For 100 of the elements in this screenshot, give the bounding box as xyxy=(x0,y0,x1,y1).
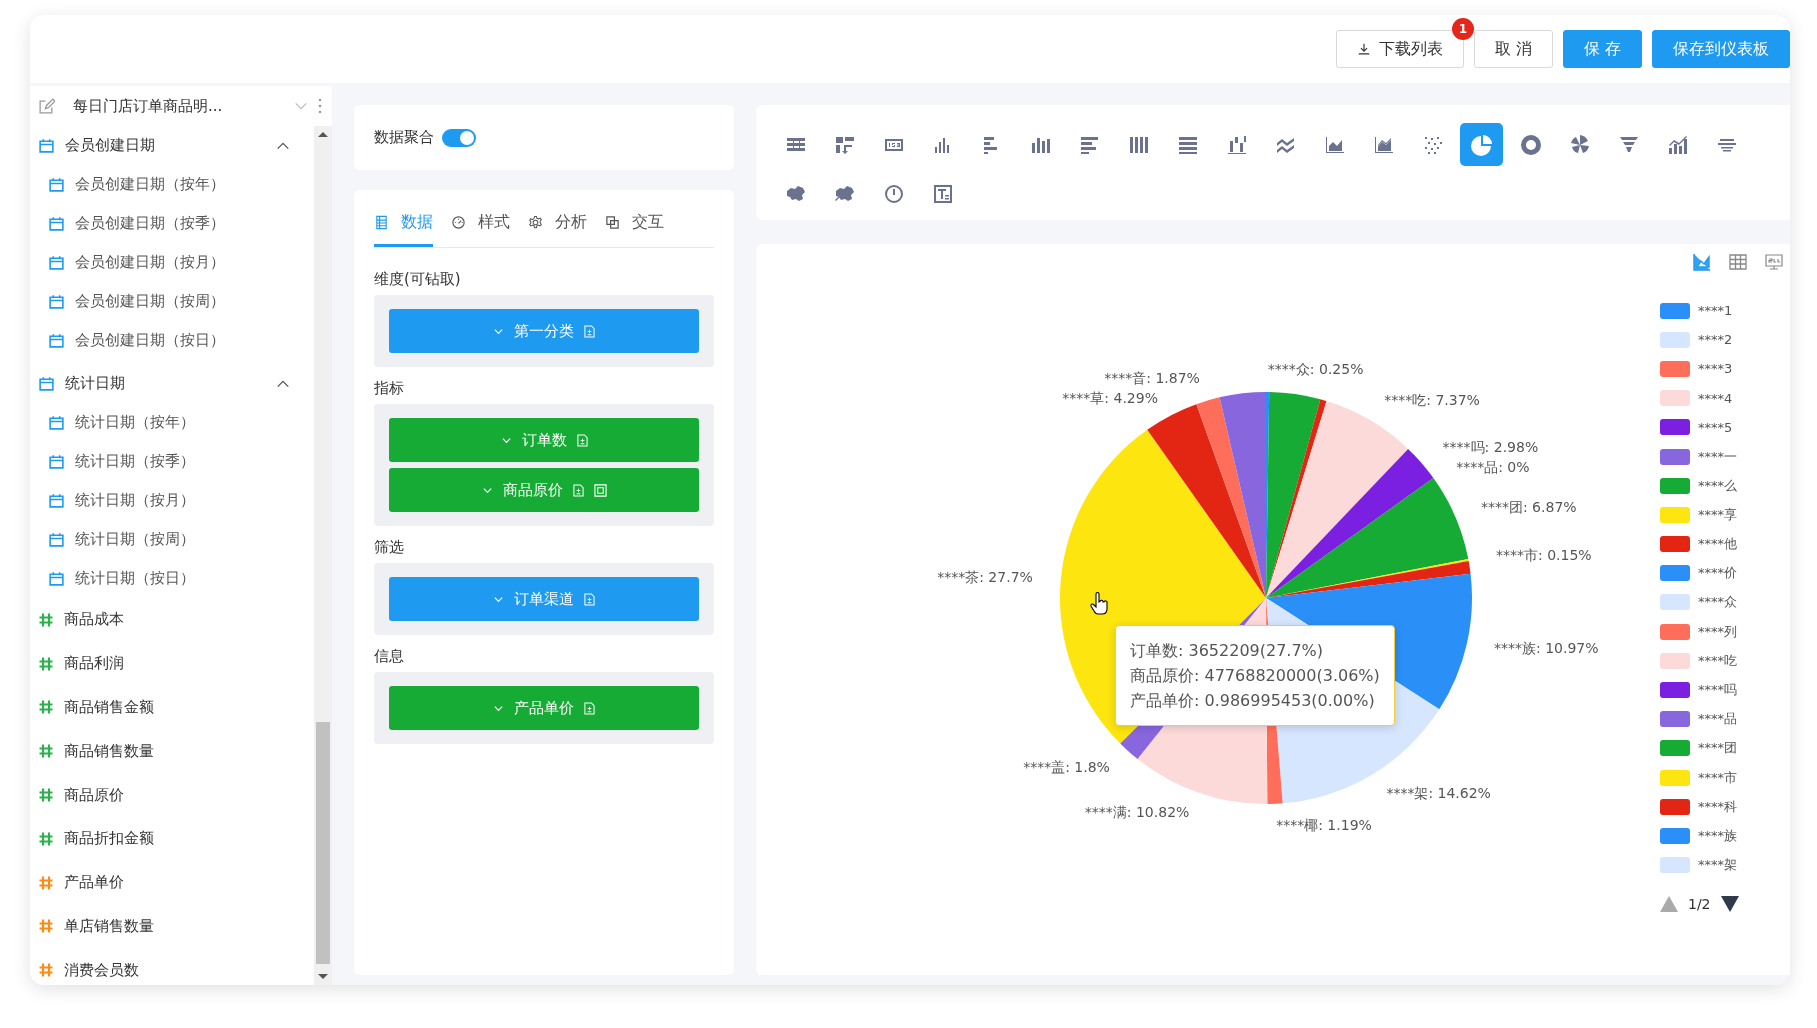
field-item[interactable]: 统计日期（按周） xyxy=(38,520,314,559)
calendar-icon xyxy=(48,453,65,470)
field-item[interactable]: 商品利润 xyxy=(38,641,314,686)
data-label: ****吃: 7.37% xyxy=(1384,392,1480,409)
field-label: 消费会员数 xyxy=(64,960,139,980)
field-item[interactable]: 统计日期（按季） xyxy=(38,442,314,481)
more-icon[interactable] xyxy=(318,98,322,114)
calendar-icon xyxy=(48,531,65,548)
field-label: 会员创建日期（按月） xyxy=(75,253,225,272)
legend-item[interactable]: ****市 xyxy=(1660,763,1739,793)
legend-label: ****么 xyxy=(1698,476,1737,495)
section-title: 筛选 xyxy=(374,538,405,557)
legend-item[interactable]: ****他 xyxy=(1660,529,1739,559)
legend-label: ****科 xyxy=(1698,797,1737,816)
legend-label: ****5 xyxy=(1698,419,1733,435)
donut-chart-icon xyxy=(1518,132,1543,157)
field-item[interactable]: 会员创建日期（按月） xyxy=(38,243,314,282)
field-item[interactable]: 商品原价 xyxy=(38,773,314,817)
data-label: ****茶: 27.7% xyxy=(937,569,1033,586)
legend-item[interactable]: ****么 xyxy=(1660,471,1739,501)
legend-item[interactable]: ****一 xyxy=(1660,441,1739,472)
field-group[interactable]: 统计日期 xyxy=(38,364,314,403)
data-label: ****吗: 2.98% xyxy=(1442,439,1539,456)
field-item[interactable]: 单店销售数量 xyxy=(38,904,314,949)
field-item[interactable]: 消费会员数 xyxy=(38,948,314,985)
scroll-up-icon[interactable] xyxy=(318,132,328,137)
field-item[interactable]: 会员创建日期（按日） xyxy=(38,321,314,360)
data-label: ****草: 4.29% xyxy=(1062,390,1158,407)
calendar-icon xyxy=(48,570,65,587)
calendar-icon xyxy=(48,293,65,310)
page-down-icon[interactable] xyxy=(1720,895,1739,912)
scrollbar-thumb[interactable] xyxy=(316,722,330,964)
legend-item[interactable]: ****科 xyxy=(1660,792,1739,822)
pie-slice xyxy=(1147,404,1266,598)
aggregate-label: 数据聚合 xyxy=(374,128,434,147)
field-group[interactable]: 会员创建日期 xyxy=(38,126,314,165)
toggle-switch[interactable] xyxy=(442,128,476,147)
settings-icon xyxy=(528,215,543,230)
scrollbar[interactable] xyxy=(314,126,332,985)
legend-item[interactable]: ****价 xyxy=(1660,558,1739,588)
legend-item[interactable]: ****4 xyxy=(1660,383,1739,413)
dataset-title: 每日门店订单商品明... xyxy=(72,96,224,116)
edit-icon[interactable] xyxy=(38,97,55,115)
pie-slice xyxy=(1266,477,1469,598)
tab[interactable]: 分析 xyxy=(528,204,587,247)
legend-label: ****族 xyxy=(1698,826,1737,845)
calendar-icon xyxy=(48,254,65,271)
data-label: ****市: 0.15% xyxy=(1496,546,1592,563)
tab[interactable]: 样式 xyxy=(451,204,510,247)
field-item[interactable]: 会员创建日期（按周） xyxy=(38,282,314,321)
legend-label: ****市 xyxy=(1698,768,1737,787)
calendar-icon xyxy=(48,176,65,193)
field-label: 商品销售金额 xyxy=(64,698,154,717)
tooltip-line: 商品原价: 47768820000(3.06%) xyxy=(1130,665,1380,687)
field-item[interactable]: 产品单价 xyxy=(38,860,314,905)
legend-item[interactable]: ****吃 xyxy=(1660,646,1739,676)
legend-label: ****1 xyxy=(1698,303,1733,319)
table-icon xyxy=(1728,252,1748,272)
field-label: 统计日期（按日） xyxy=(75,569,195,588)
legend-label: ****一 xyxy=(1698,447,1737,466)
legend-item[interactable]: ****1 xyxy=(1660,296,1739,326)
data-label: ****品: 0% xyxy=(1456,459,1530,476)
legend-item[interactable]: ****列 xyxy=(1660,617,1739,647)
legend-item[interactable]: ****品 xyxy=(1660,704,1739,734)
legend-item[interactable]: ****2 xyxy=(1660,325,1739,355)
legend-label: ****价 xyxy=(1698,564,1737,583)
field-item[interactable]: 会员创建日期（按季） xyxy=(38,204,314,243)
field-item[interactable]: 商品销售数量 xyxy=(38,729,314,774)
legend-label: ****吗 xyxy=(1698,681,1737,700)
legend-item[interactable]: ****团 xyxy=(1660,733,1739,763)
section-title: 维度(可钻取) xyxy=(374,270,462,289)
field-label: 统计日期（按年） xyxy=(75,413,195,432)
field-label: 会员创建日期（按日） xyxy=(75,331,225,350)
legend-item[interactable]: ****3 xyxy=(1660,354,1739,384)
legend-item[interactable]: ****众 xyxy=(1660,587,1739,618)
field-item[interactable]: 商品折扣金额 xyxy=(38,817,314,861)
scroll-down-icon[interactable] xyxy=(318,974,328,979)
field-label: 统计日期（按周） xyxy=(75,530,195,549)
field-item[interactable]: 会员创建日期（按年） xyxy=(38,165,314,204)
legend-item[interactable]: ****吗 xyxy=(1660,675,1739,705)
legend-label: ****团 xyxy=(1698,739,1737,758)
header-button[interactable]: 取 消 xyxy=(1473,30,1553,68)
field-item[interactable]: 商品成本 xyxy=(38,598,314,642)
field-item[interactable]: 统计日期（按日） xyxy=(38,559,314,598)
field-item[interactable]: 商品销售金额 xyxy=(38,685,314,730)
legend-item[interactable]: ****享 xyxy=(1660,500,1739,530)
legend-label: ****吃 xyxy=(1698,651,1737,670)
page-indicator: 1/2 xyxy=(1688,895,1711,912)
legend-item[interactable]: ****5 xyxy=(1660,412,1739,442)
field-label: 产品单价 xyxy=(64,873,124,893)
pie-slice xyxy=(1266,401,1409,598)
chart-type-button[interactable] xyxy=(1460,123,1503,166)
legend-item[interactable]: ****族 xyxy=(1660,821,1739,851)
legend-label: ****他 xyxy=(1698,535,1737,554)
field-item[interactable]: 统计日期（按年） xyxy=(38,403,314,442)
field-item[interactable]: 统计日期（按月） xyxy=(38,481,314,520)
group-label: 会员创建日期 xyxy=(65,136,156,155)
tab[interactable]: 交互 xyxy=(605,204,664,247)
data-label: ****团: 6.87% xyxy=(1480,498,1577,515)
legend-item[interactable]: ****架 xyxy=(1660,850,1739,880)
